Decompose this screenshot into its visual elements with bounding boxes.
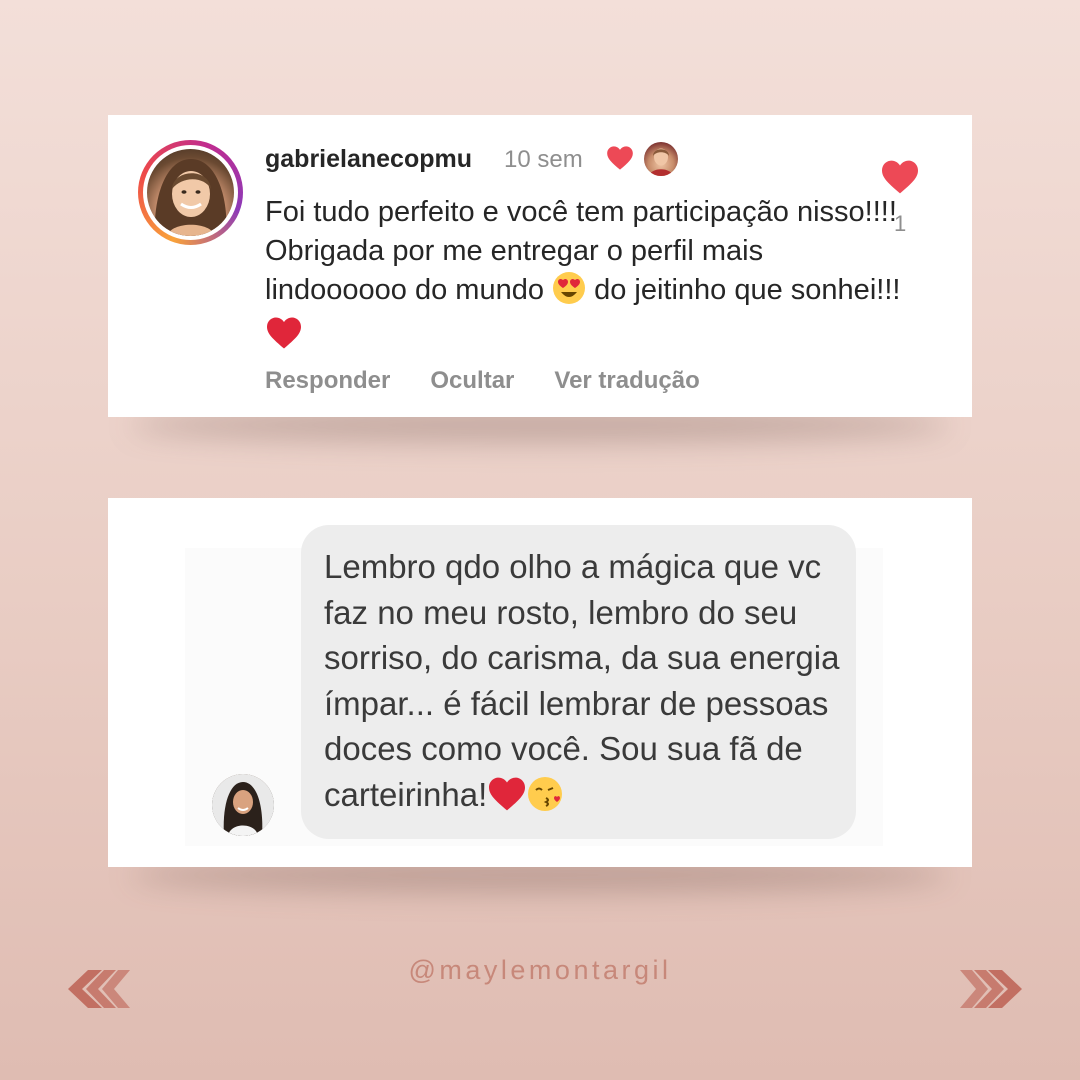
chevrons-right-icon[interactable] — [958, 970, 1022, 1013]
reply-button[interactable]: Responder — [265, 367, 390, 395]
author-avatar — [644, 142, 678, 176]
avatar-border — [143, 145, 238, 240]
comment-text: Foi tudo perfeito e você tem participaçã… — [265, 193, 905, 361]
chevrons-left-icon[interactable] — [68, 970, 132, 1013]
comment-tail: do jeitinho que sonhei!!! — [586, 274, 901, 306]
red-heart-emoji — [487, 776, 527, 824]
comment-username[interactable]: gabrielanecopmu — [265, 145, 472, 174]
avatar — [147, 149, 234, 236]
heart-icon — [606, 145, 634, 176]
like-count: 1 — [894, 211, 907, 236]
avatar-portrait — [154, 159, 227, 236]
comment-timestamp: 10 sem — [504, 146, 583, 173]
message-card: Lembro qdo olho a mágica que vc faz no m… — [108, 498, 972, 867]
sender-avatar[interactable] — [212, 774, 274, 836]
hide-button[interactable]: Ocultar — [430, 367, 514, 395]
kissing-face-emoji — [527, 776, 563, 824]
comment-card: gabrielanecopmu 10 sem Foi tudo perfeito… — [108, 115, 972, 417]
heart-icon[interactable] — [880, 159, 920, 200]
story-ring-avatar[interactable] — [138, 140, 243, 245]
comment-actions: Responder Ocultar Ver tradução — [265, 367, 700, 395]
red-heart-emoji — [265, 316, 303, 361]
translate-button[interactable]: Ver tradução — [554, 367, 699, 395]
message-text: Lembro qdo olho a mágica que vc faz no m… — [324, 544, 844, 823]
account-handle: @maylemontargil — [408, 955, 672, 985]
message-body: Lembro qdo olho a mágica que vc faz no m… — [324, 548, 840, 813]
heart-eyes-emoji — [552, 271, 586, 316]
